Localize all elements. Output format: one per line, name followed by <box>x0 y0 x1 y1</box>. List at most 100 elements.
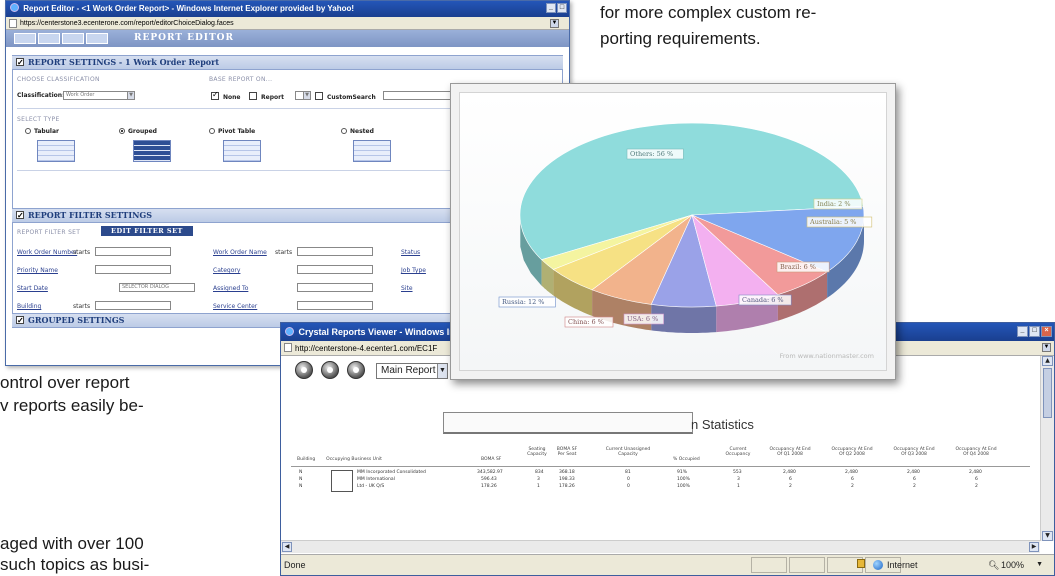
radio[interactable] <box>119 128 125 134</box>
work-order-number-input[interactable] <box>95 247 171 256</box>
ie-icon <box>285 327 294 336</box>
address-dropdown-icon[interactable]: ▼ <box>1042 343 1051 352</box>
work-order-name-input[interactable] <box>297 247 373 256</box>
type-nested-radio[interactable]: Nested <box>341 128 374 135</box>
security-zone: Internet <box>871 557 981 573</box>
horizontal-scrollbar[interactable]: ◀ ▶ <box>281 540 1040 553</box>
scroll-thumb[interactable] <box>1043 368 1052 418</box>
close-button[interactable]: × <box>1041 326 1052 337</box>
radio[interactable] <box>209 128 215 134</box>
checkbox[interactable] <box>249 92 257 100</box>
radio[interactable] <box>25 128 31 134</box>
building-input[interactable] <box>95 301 171 310</box>
priority-name-input[interactable] <box>95 265 171 274</box>
banner-title: REPORT EDITOR <box>134 33 234 43</box>
table-cell: 0 <box>627 484 630 489</box>
table-cell: 198.33 <box>559 477 575 482</box>
checkbox[interactable] <box>315 92 323 100</box>
report-settings-header[interactable]: REPORT SETTINGS - 1 Work Order Report <box>12 55 563 70</box>
lock-icon <box>857 559 865 568</box>
window-title: Report Editor - <1 Work Order Report> - … <box>23 4 355 13</box>
classification-select[interactable]: Work Order ▼ <box>63 91 135 100</box>
type-grouped-radio[interactable]: Grouped <box>119 128 157 135</box>
status-bar: Done Internet 🔍︎ 100% ▼ <box>281 554 1054 575</box>
scroll-right-icon[interactable]: ▶ <box>1029 542 1039 552</box>
slice-label: USA: 6 % <box>627 315 658 323</box>
address-dropdown-icon[interactable]: ▼ <box>550 19 559 28</box>
banner-tab[interactable] <box>14 33 36 44</box>
start-date-input[interactable]: SELECTOR DIALOG <box>119 283 195 292</box>
table-cell: 368.18 <box>559 470 575 475</box>
type-label: Tabular <box>34 128 59 135</box>
category-input[interactable] <box>297 265 373 274</box>
type-tabular-radio[interactable]: Tabular <box>25 128 59 135</box>
banner-tab[interactable] <box>86 33 108 44</box>
section-checkbox[interactable] <box>16 314 24 327</box>
status-link[interactable]: Status <box>401 249 420 256</box>
slice-label: China: 6 % <box>568 318 604 326</box>
edit-filter-set-button[interactable]: EDIT FILTER SET <box>101 226 193 236</box>
table-cell: N <box>299 484 303 489</box>
chevron-down-icon: ▼ <box>437 364 447 378</box>
report-settings-title: REPORT SETTINGS - 1 Work Order Report <box>28 57 220 67</box>
table-cell: 3 <box>537 477 540 482</box>
base-custom-option[interactable]: CustomSearch <box>315 92 376 101</box>
section-checkbox[interactable] <box>16 209 24 222</box>
site-link[interactable]: Site <box>401 285 413 292</box>
radio[interactable] <box>341 128 347 134</box>
nested-type-icon[interactable] <box>353 140 391 162</box>
scroll-left-icon[interactable]: ◀ <box>282 542 292 552</box>
table-cell: 81 <box>625 470 631 475</box>
section-checkbox[interactable] <box>16 56 24 69</box>
type-label: Nested <box>350 128 374 135</box>
base-none-label: None <box>223 94 241 101</box>
work-order-name-link[interactable]: Work Order Name <box>213 249 267 256</box>
building-link[interactable]: Building <box>17 303 41 310</box>
column-header: Occupancy At End Of Q3 2008 <box>893 447 935 457</box>
filter-settings-title: REPORT FILTER SETTINGS <box>28 210 153 220</box>
maximize-button[interactable]: □ <box>557 3 567 13</box>
table-cell: 178.26 <box>559 484 575 489</box>
base-report-option[interactable]: Report <box>249 92 284 101</box>
checkbox[interactable] <box>211 90 219 100</box>
work-order-number-link[interactable]: Work Order Number <box>17 249 77 256</box>
table-cell: 100% <box>677 477 690 482</box>
toggle-tree-icon[interactable] <box>347 361 365 379</box>
maximize-button[interactable]: □ <box>1029 326 1040 337</box>
column-header: BOMA SF Per Seat <box>556 447 578 457</box>
print-icon[interactable] <box>321 361 339 379</box>
column-header: Occupancy At End Of Q2 2008 <box>831 447 873 457</box>
tabular-type-icon[interactable] <box>37 140 75 162</box>
table-cell: N <box>299 477 303 482</box>
start-date-link[interactable]: Start Date <box>17 285 48 292</box>
report-select[interactable]: Main Report ▼ <box>376 363 448 379</box>
vertical-scrollbar[interactable]: ▲ ▼ <box>1040 356 1054 541</box>
minimize-button[interactable]: _ <box>546 3 556 13</box>
scroll-down-icon[interactable]: ▼ <box>1042 531 1053 541</box>
banner-tab[interactable] <box>62 33 84 44</box>
job-type-link[interactable]: Job Type <box>401 267 426 274</box>
pivot-type-icon[interactable] <box>223 140 261 162</box>
service-center-link[interactable]: Service Center <box>213 303 257 310</box>
assigned-to-link[interactable]: Assigned To <box>213 285 248 292</box>
doc-line: for more complex custom re- <box>600 3 817 22</box>
minimize-button[interactable]: _ <box>1017 326 1028 337</box>
slice-label: Others: 56 % <box>630 150 673 158</box>
banner-tab[interactable] <box>38 33 60 44</box>
assigned-to-input[interactable] <box>297 283 373 292</box>
address-bar[interactable]: https://centerstone3.ecenterone.com/repo… <box>6 17 569 30</box>
base-none-option[interactable]: None <box>211 90 241 101</box>
category-link[interactable]: Category <box>213 267 240 274</box>
grouped-settings-title: GROUPED SETTINGS <box>28 315 125 325</box>
report-select[interactable]: ▼ <box>295 91 311 100</box>
grouped-type-icon[interactable] <box>133 140 171 162</box>
priority-name-link[interactable]: Priority Name <box>17 267 58 274</box>
type-pivot-radio[interactable]: Pivot Table <box>209 128 255 135</box>
export-icon[interactable] <box>295 361 313 379</box>
column-header: Current Occupancy <box>725 447 751 457</box>
table-cell: 2 <box>851 484 854 489</box>
scroll-up-icon[interactable]: ▲ <box>1042 356 1053 366</box>
zoom-control[interactable]: 🔍︎ 100% ▼ <box>985 557 1045 573</box>
service-center-input[interactable] <box>297 301 373 310</box>
table-cell: 91% <box>677 470 688 475</box>
